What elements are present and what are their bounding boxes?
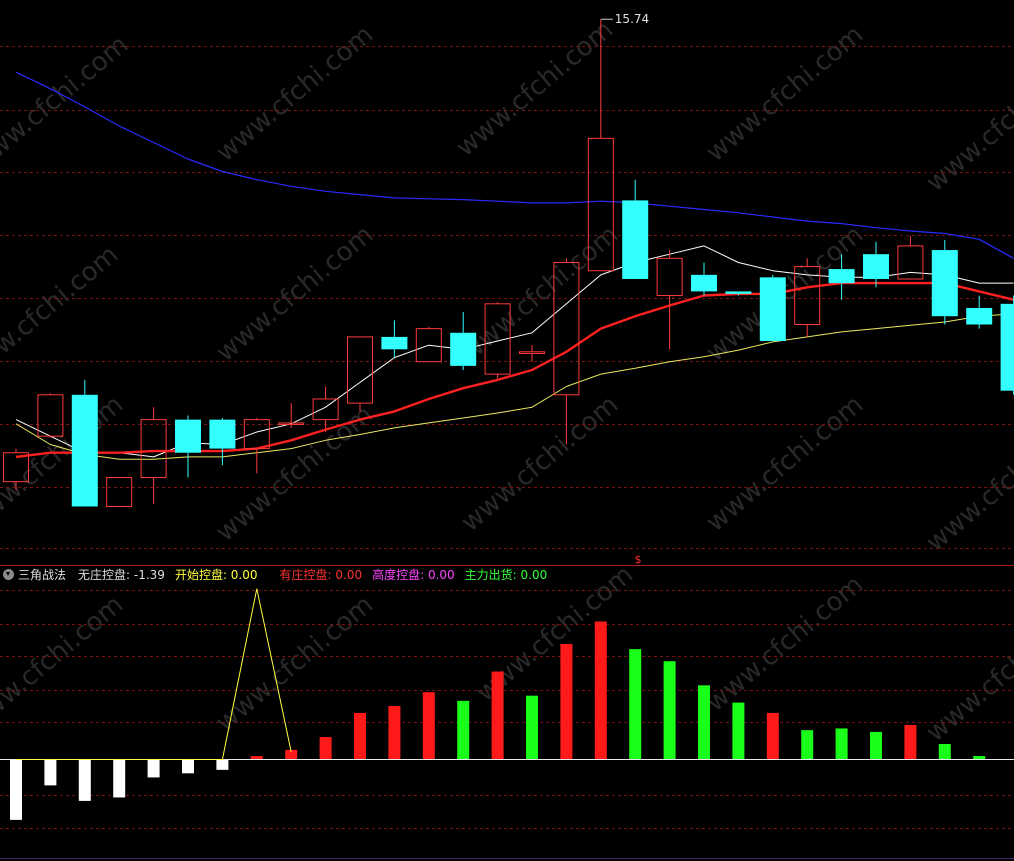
candle-body <box>828 269 855 284</box>
indicator-bar-has-control <box>491 671 504 760</box>
indicator-gridlines <box>0 590 1014 829</box>
watermark-text: www.cfchi.com <box>701 570 870 718</box>
high-price-label: 15.74 <box>615 12 649 26</box>
candle-down <box>1000 295 1014 395</box>
candle-up <box>656 250 683 350</box>
collapse-toggle-icon[interactable] <box>3 568 14 580</box>
legend-main-distribution: 主力出货: 0.00 <box>464 567 548 582</box>
indicator-bar-distribution <box>938 743 951 760</box>
candle-body <box>450 332 477 366</box>
candle-body <box>381 336 408 350</box>
indicator-bar-distribution <box>457 700 470 760</box>
indicator-bar-distribution <box>973 756 986 760</box>
candle-down <box>863 241 889 288</box>
indicator-bar-distribution <box>663 661 676 760</box>
signal-marker: $ <box>635 553 642 566</box>
indicator-bar-has-control <box>319 737 332 760</box>
watermark-text: www.cfchi.com <box>701 20 870 168</box>
indicator-bar-distribution <box>698 685 710 760</box>
candle-body <box>140 419 167 479</box>
watermark-text: www.cfchi.com <box>451 15 620 163</box>
indicator-bar-has-control <box>388 706 401 760</box>
candle-down <box>966 295 993 329</box>
candle-down <box>931 240 958 325</box>
candle-body <box>725 291 752 294</box>
indicator-bar-has-control <box>422 692 435 760</box>
candle-down <box>759 274 786 342</box>
indicator-bar-no-control <box>78 759 91 801</box>
watermark-text: www.cfchi.com <box>456 220 625 368</box>
start-control-line <box>16 588 292 760</box>
watermark-text: www.cfchi.com <box>211 590 380 738</box>
candle-body <box>622 200 649 279</box>
watermark-text: www.cfchi.com <box>701 390 870 538</box>
indicator-bar-has-control <box>766 712 779 760</box>
indicator-bar-no-control <box>216 759 229 770</box>
indicator-bars <box>10 621 986 820</box>
watermark-text: www.cfchi.com <box>0 30 134 178</box>
candle-body <box>312 398 339 421</box>
indicator-bar-no-control <box>182 759 194 774</box>
legend-start-control: 开始控盘: 0.00 <box>174 567 258 582</box>
indicator-bar-distribution <box>870 731 882 760</box>
candle-body <box>863 254 889 279</box>
indicator-bar-has-control <box>904 725 917 760</box>
indicator-bar-no-control <box>147 759 160 778</box>
watermark-text: www.cfchi.com <box>0 590 129 738</box>
candle-down <box>450 312 477 370</box>
watermark-text: www.cfchi.com <box>456 390 625 538</box>
indicator-bar-has-control <box>560 643 573 760</box>
stock-chart: www.cfchi.com www.cfchi.com www.cfchi.com w… <box>0 12 1014 859</box>
watermark-layer: www.cfchi.com www.cfchi.com www.cfchi.com w… <box>0 15 1014 748</box>
indicator-bar-no-control <box>44 759 57 786</box>
candle-body <box>209 419 236 449</box>
high-price-marker: 15.74 <box>600 12 649 26</box>
indicator-bar-distribution <box>629 649 642 760</box>
candle-body <box>347 336 373 404</box>
indicator-bar-no-control <box>113 759 126 798</box>
candle-body <box>175 419 201 453</box>
candle-down <box>381 320 408 358</box>
candle-body <box>519 351 545 354</box>
candle-body <box>931 250 958 317</box>
candle-up <box>278 403 305 428</box>
candle-body <box>71 394 98 507</box>
candle-body <box>106 477 133 507</box>
legend-has-control: 有庄控盘: 0.00 <box>279 567 363 582</box>
candle-up <box>519 345 545 362</box>
candle-body <box>691 274 717 292</box>
watermark-text: www.cfchi.com <box>0 390 129 538</box>
candle-body <box>243 419 270 450</box>
candle-up <box>106 477 133 507</box>
legend-high-control: 高度控盘: 0.00 <box>372 567 455 582</box>
watermark-text: www.cfchi.com <box>921 600 1014 748</box>
indicator-legend: 三角战法 无庄控盘: -1.39 开始控盘: 0.00 有庄控盘: 0.00 高… <box>0 565 547 583</box>
candle-down <box>175 415 201 478</box>
watermark-text: www.cfchi.com <box>921 50 1014 198</box>
legend-no-control: 无庄控盘: -1.39 <box>78 567 165 582</box>
indicator-bar-distribution <box>801 730 814 760</box>
watermark-text: www.cfchi.com <box>211 20 380 168</box>
indicator-bar-has-control <box>250 756 263 760</box>
candle-body <box>37 394 64 437</box>
indicator-bar-has-control <box>354 712 366 760</box>
indicator-bar-no-control <box>10 759 22 820</box>
watermark-text: www.cfchi.com <box>921 410 1014 558</box>
candle-down <box>691 262 717 296</box>
watermark-text: www.cfchi.com <box>0 240 124 388</box>
indicator-bar-distribution <box>732 702 745 760</box>
candle-body <box>759 277 786 342</box>
candle-down <box>209 417 236 466</box>
indicator-bar-has-control <box>594 621 607 760</box>
candle-body <box>1000 303 1014 391</box>
watermark-text: www.cfchi.com <box>211 220 380 368</box>
candle-up <box>415 326 442 363</box>
indicator-bar-distribution <box>526 695 538 760</box>
candle-body <box>656 257 683 297</box>
indicator-bar-distribution <box>835 728 848 760</box>
candle-body <box>966 307 993 325</box>
indicator-title: 三角战法 <box>18 567 67 582</box>
candle-down <box>71 379 98 507</box>
candle-down <box>622 179 649 279</box>
